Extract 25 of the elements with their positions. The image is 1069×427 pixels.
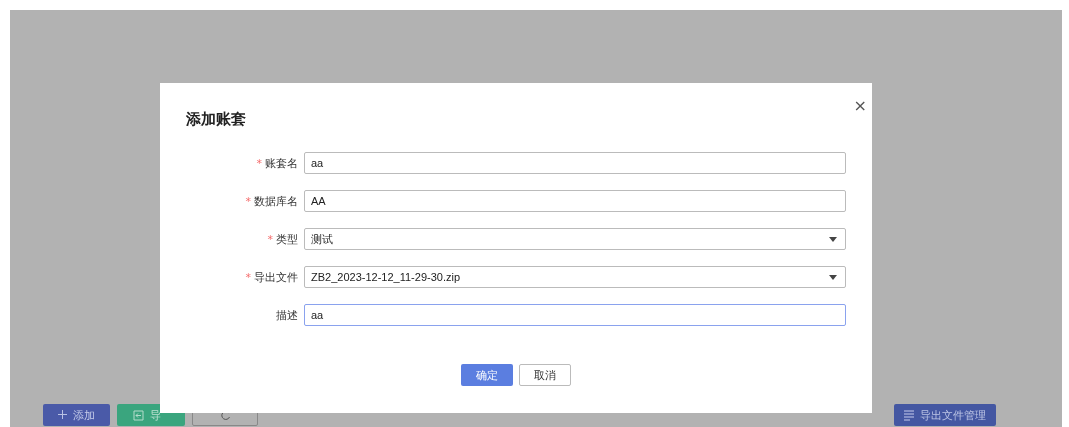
input-field[interactable]: aa xyxy=(304,304,846,326)
required-mark: * xyxy=(245,270,251,284)
import-icon xyxy=(133,409,144,421)
field-label: 账套名 xyxy=(265,156,298,170)
export-files-button[interactable]: 导出文件管理 xyxy=(894,404,996,426)
field-label: 数据库名 xyxy=(254,194,298,208)
field-label: 描述 xyxy=(276,308,298,322)
input-field[interactable]: AA xyxy=(304,190,846,212)
cancel-button[interactable]: 取消 xyxy=(519,364,571,386)
dialog-title: 添加账套 xyxy=(186,110,246,128)
required-mark: * xyxy=(256,156,262,170)
close-button[interactable]: × xyxy=(853,98,867,114)
select-field[interactable]: ZB2_2023-12-12_11-29-30.zip xyxy=(304,266,846,288)
required-mark: * xyxy=(267,232,273,246)
select-field[interactable]: 测试 xyxy=(304,228,846,250)
caret-icon xyxy=(829,274,837,280)
toolbar-button[interactable]: 添加 xyxy=(43,404,110,426)
field-label: 导出文件 xyxy=(254,270,298,284)
field-label: 类型 xyxy=(276,232,298,246)
caret-icon xyxy=(829,236,837,242)
required-mark: * xyxy=(245,194,251,208)
list-icon xyxy=(904,409,914,421)
input-field[interactable]: aa xyxy=(304,152,846,174)
plus-icon xyxy=(58,408,67,422)
confirm-button[interactable]: 确定 xyxy=(461,364,513,386)
